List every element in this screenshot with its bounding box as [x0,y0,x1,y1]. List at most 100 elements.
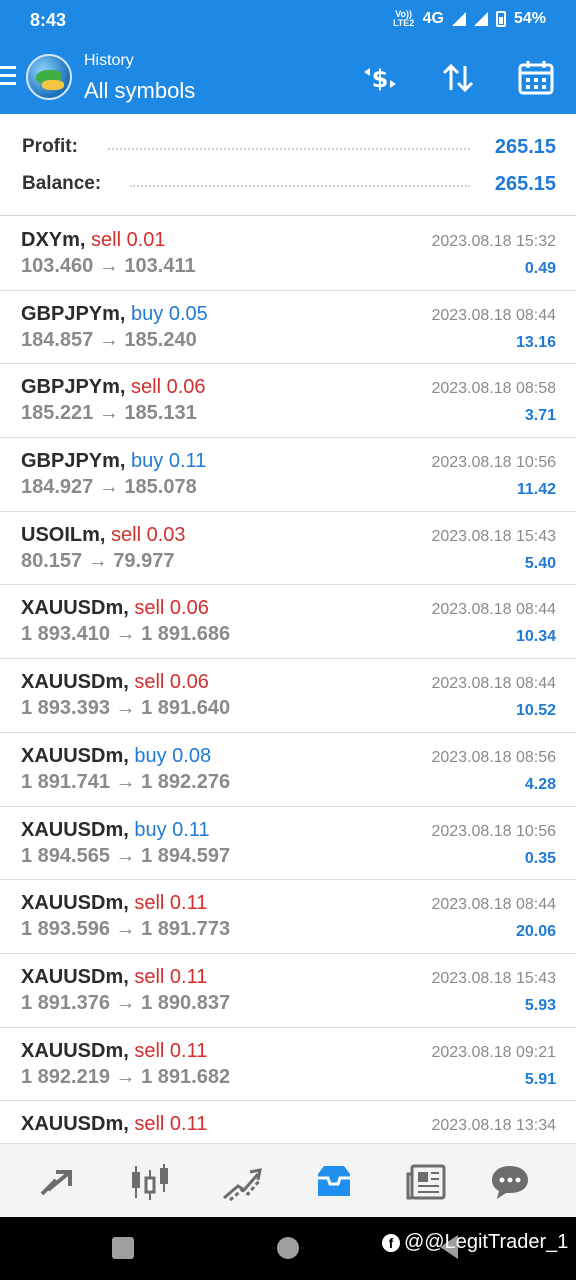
trade-profit: 0.35 [524,849,556,867]
symbol-name: DXYm, [21,229,86,251]
balance-label: Balance: [22,173,102,194]
trade-prices: 185.221 → 185.131 [21,402,197,425]
trade-profit: 10.34 [515,628,556,646]
symbol-name: XAUUSDm, [21,965,129,988]
signal-icon [451,12,466,26]
bottom-navigation [0,1143,576,1217]
trade-profit: 3.71 [524,407,556,425]
trade-time: 2023.08.18 08:56 [431,748,556,766]
trade-symbol: GBPJPYm, buy 0.11 [21,450,206,473]
symbol-name: XAUUSDm, [21,818,129,841]
symbol-filter[interactable]: All symbols [84,78,195,104]
trade-time: 2023.08.18 08:44 [431,896,556,914]
trade-side: sell 0.11 [134,1039,208,1062]
trade-row[interactable]: DXYm, sell 0.01 103.460 → 103.411 2023.08.… [0,217,576,291]
trade-row[interactable]: XAUUSDm, sell 0.06 1 893.410 → 1 891.686 2… [0,585,576,660]
trade-symbol: DXYm, sell 0.01 [21,229,166,252]
trade-prices: 1 891.741 → 1 892.276 [21,770,231,793]
deposit-withdraw-icon[interactable]: $ [360,58,400,98]
trade-profit: 10.52 [515,702,556,720]
trade-prices: 1 893.393 → 1 891.640 [21,697,231,720]
trade-time: 2023.08.18 10:56 [431,454,556,472]
app-logo [26,54,72,100]
trade-time: 2023.08.18 08:58 [431,380,556,398]
page-title: History [84,52,134,69]
trade-row[interactable]: GBPJPYm, buy 0.11 184.927 → 185.078 2023.0… [0,438,576,512]
trade-side: buy 0.11 [131,450,207,473]
trade-side: sell 0.06 [131,376,206,399]
trade-prices: 1 893.410 → 1 891.686 [21,623,231,646]
system-navigation-bar: f @@LegitTrader_1 [0,1217,576,1280]
trade-row[interactable]: XAUUSDm, sell 0.11 1 892.219 → 1 891.682 2… [0,1028,576,1102]
battery-level: 54% [513,10,546,27]
news-icon[interactable] [404,1160,448,1204]
volte-indicator: Vo)) LTE2 [392,9,415,28]
network-type: 4G [422,10,444,27]
chart-icon[interactable] [128,1160,172,1204]
profit-value: 265.15 [494,136,556,158]
status-bar: 8:43 Vo)) LTE2 4G 54% [0,0,576,40]
account-summary: Profit: 265.15 Balance: 265.15 [0,114,576,216]
trade-profit: 0.49 [524,260,556,277]
recents-button[interactable] [112,1237,134,1259]
trade-icon[interactable] [220,1160,264,1204]
trade-profit: 20.06 [515,923,556,941]
trade-row[interactable]: GBPJPYm, buy 0.05 184.857 → 185.240 2023.0… [0,291,576,365]
status-time: 8:43 [30,10,67,30]
trade-row[interactable]: XAUUSDm, buy 0.08 1 891.741 → 1 892.276 20… [0,733,576,807]
profit-dots [108,148,470,150]
symbol-name: XAUUSDm, [21,597,129,620]
status-indicators: Vo)) LTE2 4G 54% [393,10,546,28]
trade-prices: 1 891.376 → 1 890.837 [21,991,231,1014]
trade-side: buy 0.08 [134,744,212,767]
trade-prices: 103.460 → 103.411 [21,255,196,277]
trade-profit: 4.28 [524,775,556,793]
trade-symbol: XAUUSDm, sell 0.11 [21,966,207,989]
quotes-icon[interactable] [36,1160,80,1204]
trade-symbol: GBPJPYm, sell 0.06 [21,376,206,399]
battery-icon [495,11,506,27]
trade-side: buy 0.11 [134,818,210,841]
messages-icon[interactable] [488,1160,532,1204]
menu-icon[interactable] [0,66,16,86]
trade-side: sell 0.01 [91,229,166,251]
calendar-icon[interactable] [516,58,556,98]
trade-row[interactable]: GBPJPYm, sell 0.06 185.221 → 185.131 2023.… [0,364,576,439]
trade-side: sell 0.06 [134,597,209,620]
trade-time: 2023.08.18 08:44 [431,675,556,693]
trade-side: buy 0.05 [131,302,208,325]
trade-side: sell 0.03 [111,523,186,546]
trade-time: 2023.08.18 15:43 [431,969,556,987]
trade-time: 2023.08.18 10:56 [431,822,556,840]
history-icon[interactable] [312,1160,356,1204]
trade-row[interactable]: XAUUSDm, sell 0.06 1 893.393 → 1 891.640 2… [0,659,576,733]
trade-symbol: GBPJPYm, buy 0.05 [21,303,208,326]
balance-dots [130,185,470,187]
trade-row[interactable]: USOILm, sell 0.03 80.157 → 79.977 2023.08.… [0,512,576,586]
trade-symbol: XAUUSDm, sell 0.11 [21,892,207,915]
symbol-name: XAUUSDm, [21,744,129,767]
sort-icon[interactable] [438,58,478,98]
trade-row[interactable]: XAUUSDm, sell 0.11 2023.08.18 13:34 [0,1101,576,1143]
symbol-name: XAUUSDm, [21,671,129,694]
trade-time: 2023.08.18 09:21 [431,1043,556,1061]
trade-prices: 1 893.596 → 1 891.773 [21,918,231,941]
trade-profit: 5.40 [524,554,556,572]
balance-value: 265.15 [494,173,556,195]
trade-row[interactable]: XAUUSDm, sell 0.11 1 891.376 → 1 890.837 2… [0,954,576,1028]
trade-history-list[interactable]: DXYm, sell 0.01 103.460 → 103.411 2023.08.… [0,217,576,1143]
trade-prices: 80.157 → 79.977 [21,549,175,572]
home-button[interactable] [277,1237,299,1259]
trade-symbol: XAUUSDm, buy 0.08 [21,745,211,768]
trade-row[interactable]: XAUUSDm, sell 0.11 1 893.596 → 1 891.773 2… [0,880,576,954]
symbol-name: USOILm, [21,523,106,546]
watermark: f @@LegitTrader_1 [382,1231,568,1254]
profit-label: Profit: [22,136,78,157]
trade-symbol: XAUUSDm, sell 0.06 [21,597,209,620]
trade-side: sell 0.11 [134,965,208,988]
trade-symbol: XAUUSDm, buy 0.11 [21,819,210,842]
trade-row[interactable]: XAUUSDm, buy 0.11 1 894.565 → 1 894.597 20… [0,807,576,881]
trade-symbol: USOILm, sell 0.03 [21,524,186,547]
trade-time: 2023.08.18 08:44 [431,601,556,619]
trade-symbol: XAUUSDm, sell 0.06 [21,671,209,694]
